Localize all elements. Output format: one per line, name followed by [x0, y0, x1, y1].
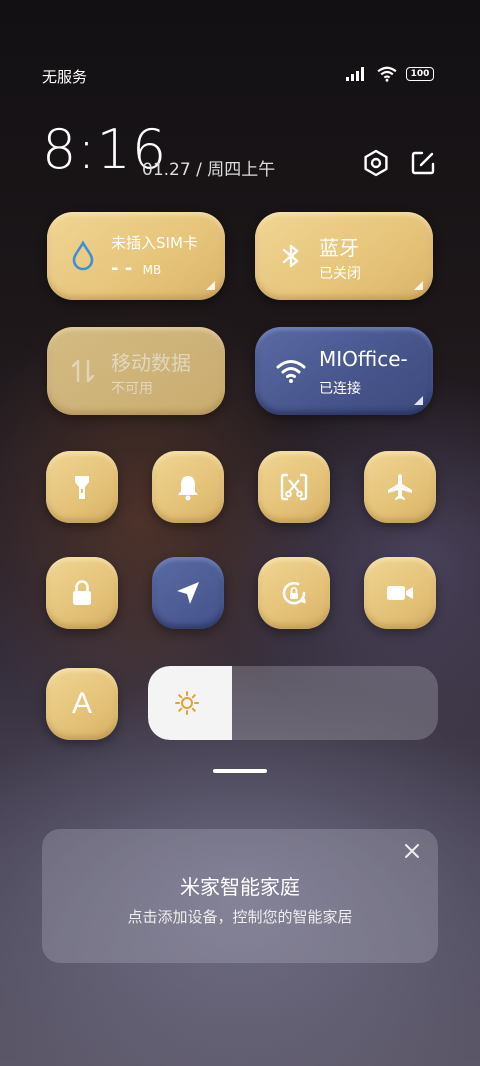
settings-icon[interactable]	[361, 148, 391, 178]
bluetooth-icon	[282, 244, 299, 268]
close-icon[interactable]	[402, 841, 422, 861]
status-icons: 100	[346, 66, 434, 82]
lock-screen-toggle[interactable]	[46, 557, 118, 629]
card-subtitle: 点击添加设备，控制您的智能家居	[127, 908, 353, 926]
mi-home-card[interactable]: 米家智能家庭 点击添加设备，控制您的智能家居	[42, 829, 438, 963]
wifi-tile[interactable]: MIOffice- 已连接	[255, 327, 433, 415]
mobile-data-status: 不可用	[111, 381, 153, 397]
screen-record-toggle[interactable]	[364, 557, 436, 629]
wifi-icon	[276, 360, 306, 383]
flashlight-icon	[75, 476, 89, 499]
carrier-status: 无服务	[42, 68, 88, 86]
wifi-icon	[377, 66, 397, 82]
rotation-lock-toggle[interactable]	[258, 557, 330, 629]
card-title: 米家智能家庭	[180, 875, 300, 899]
wifi-status: 已连接	[319, 381, 361, 397]
flashlight-toggle[interactable]	[46, 451, 118, 523]
screenshot-icon	[280, 473, 308, 501]
sun-icon	[175, 691, 199, 715]
airplane-mode-toggle[interactable]	[364, 451, 436, 523]
drag-handle[interactable]	[213, 769, 267, 773]
sim-status-label: 未插入SIM卡	[111, 234, 198, 252]
mobile-data-icon	[71, 359, 95, 383]
bell-icon	[178, 476, 198, 501]
wifi-network-name: MIOffice-	[319, 347, 408, 371]
data-usage-value: - -	[111, 258, 133, 279]
font-a-icon: A	[71, 687, 92, 720]
rotation-lock-icon	[282, 581, 306, 605]
battery-indicator: 100	[406, 67, 434, 81]
edit-icon[interactable]	[408, 148, 438, 178]
sound-toggle[interactable]	[152, 451, 224, 523]
expand-corner-icon	[206, 281, 215, 290]
sim-data-tile[interactable]: 未插入SIM卡 - - MB	[47, 212, 225, 300]
water-drop-icon	[72, 240, 94, 271]
data-usage-unit: MB	[142, 263, 162, 277]
location-toggle[interactable]	[152, 557, 224, 629]
video-camera-icon	[387, 586, 413, 600]
expand-corner-icon	[414, 281, 423, 290]
bluetooth-status: 已关闭	[319, 266, 361, 282]
bluetooth-label: 蓝牙	[319, 236, 359, 260]
location-icon	[177, 582, 199, 604]
brightness-fill	[148, 666, 233, 740]
font-size-toggle[interactable]: A	[46, 668, 118, 740]
bluetooth-tile[interactable]: 蓝牙 已关闭	[255, 212, 433, 300]
mobile-data-tile[interactable]: 移动数据 不可用	[47, 327, 225, 415]
expand-corner-icon	[414, 396, 423, 405]
lock-icon	[73, 580, 91, 605]
signal-icon	[346, 67, 364, 81]
screenshot-toggle[interactable]	[258, 451, 330, 523]
date-text: 01.27 / 周四上午	[142, 160, 276, 180]
mobile-data-label: 移动数据	[111, 351, 191, 375]
airplane-icon	[388, 474, 412, 500]
brightness-slider[interactable]	[148, 666, 438, 740]
